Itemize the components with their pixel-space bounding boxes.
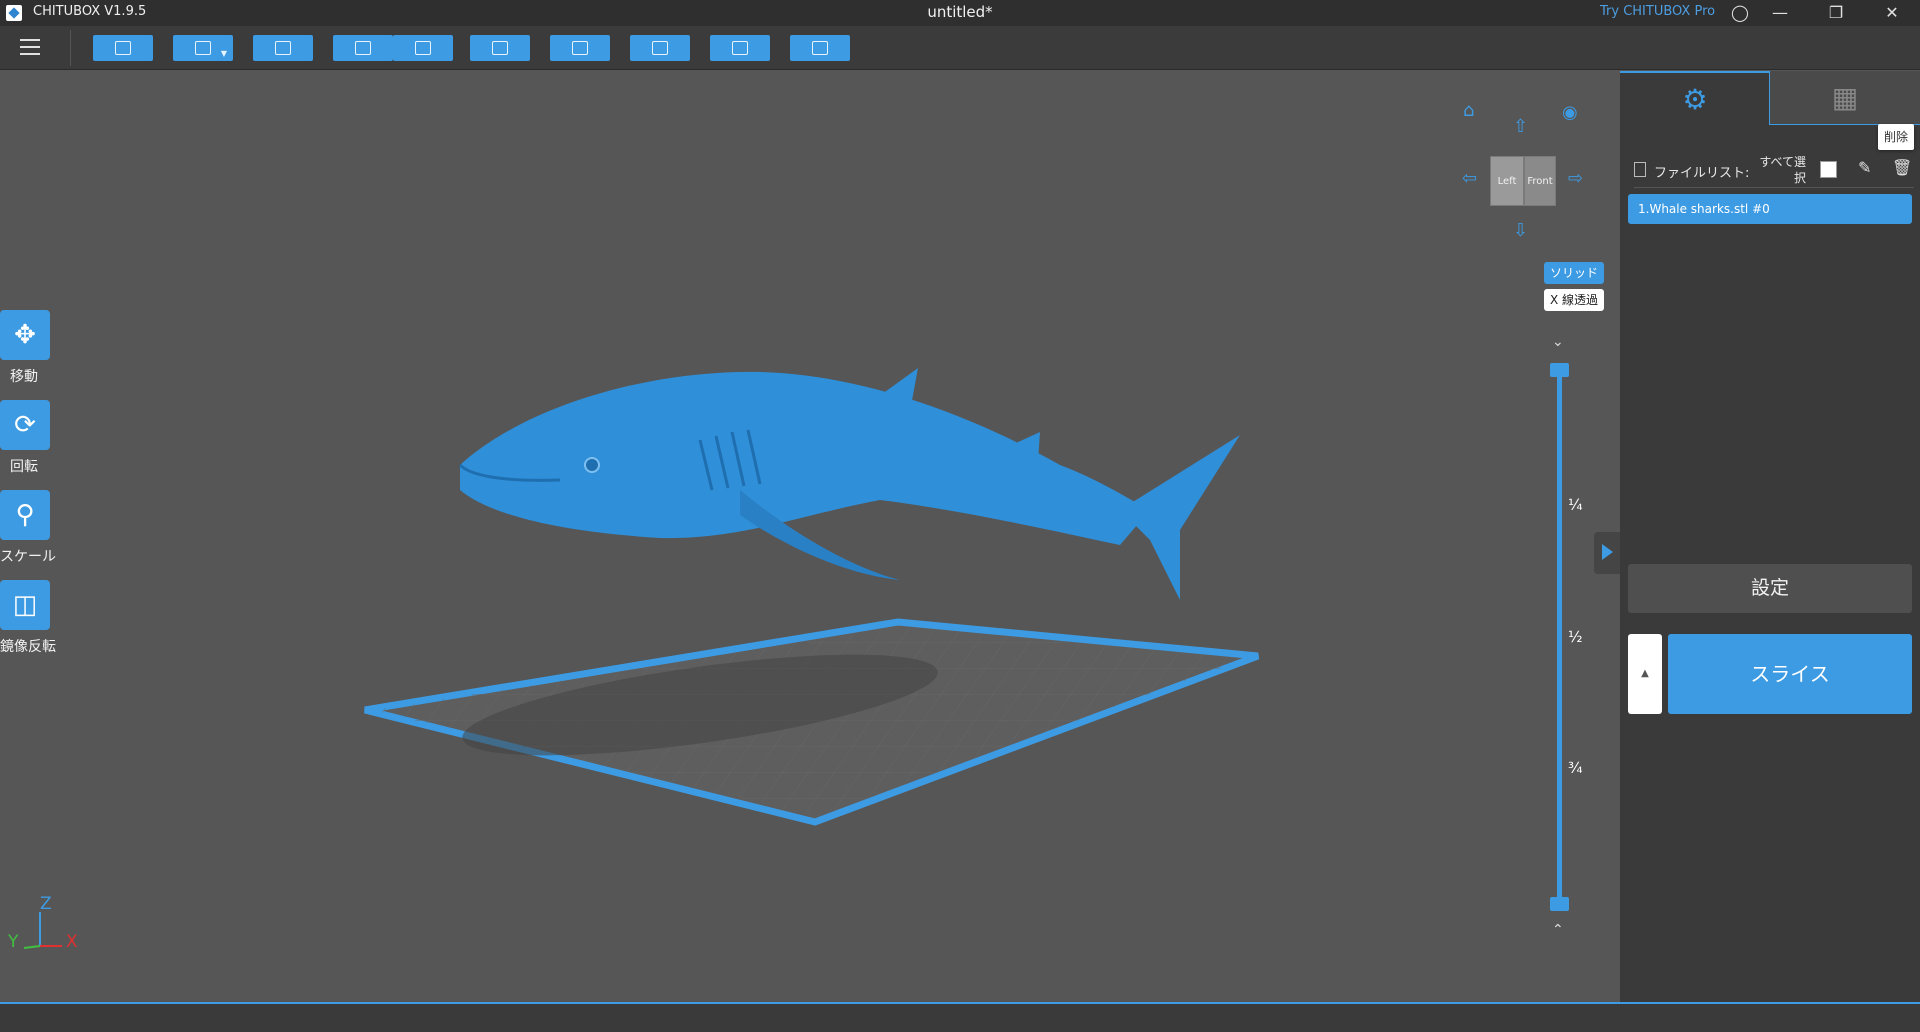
slider-mark-quarter: ¼ bbox=[1568, 496, 1583, 514]
redo-icon bbox=[415, 41, 431, 55]
cube-left-face[interactable]: Left bbox=[1490, 156, 1524, 206]
scale-icon[interactable]: ⚲ bbox=[0, 490, 50, 540]
tab-supports[interactable]: ▦ bbox=[1770, 71, 1920, 125]
mirror-tool-label: 鏡像反転 bbox=[0, 639, 56, 655]
axis-z-label: Z bbox=[40, 894, 52, 914]
hollow-icon bbox=[652, 41, 668, 55]
view-right-icon[interactable]: ⇨ bbox=[1568, 168, 1583, 189]
title-bar: CHITUBOX V1.9.5 untitled* Try CHITUBOX P… bbox=[0, 0, 1920, 26]
panel-collapse-toggle[interactable] bbox=[1594, 532, 1620, 574]
caret-up-icon: ▲ bbox=[1641, 668, 1649, 679]
chevron-down-icon[interactable]: ⌄ bbox=[1552, 334, 1564, 350]
move-tool-label: 移動 bbox=[10, 369, 38, 385]
file-list-item[interactable]: 1.Whale sharks.stl #0 bbox=[1628, 194, 1912, 224]
chevron-up-icon[interactable]: ⌃ bbox=[1552, 922, 1564, 938]
rotate-icon[interactable]: ⟳ bbox=[0, 400, 50, 450]
list-icon bbox=[492, 41, 508, 55]
view-left-icon[interactable]: ⇦ bbox=[1462, 168, 1477, 189]
cube-front-face[interactable]: Front bbox=[1524, 156, 1556, 206]
view-up-icon[interactable]: ⇧ bbox=[1513, 116, 1528, 137]
scale-tool-label: スケール bbox=[0, 549, 56, 565]
trash-icon[interactable]: 🗑 bbox=[1892, 158, 1912, 177]
delete-tooltip: 削除 bbox=[1878, 124, 1914, 150]
eye-icon[interactable]: ◉ bbox=[1562, 102, 1578, 123]
user-icon[interactable]: ◯ bbox=[1720, 0, 1760, 26]
minimize-icon[interactable]: — bbox=[1760, 0, 1800, 26]
home-view-icon[interactable]: ⌂ bbox=[1463, 100, 1474, 121]
redo-button[interactable] bbox=[393, 35, 453, 61]
layout-icon bbox=[572, 41, 588, 55]
slice-button[interactable]: スライス bbox=[1668, 634, 1912, 714]
center-icon bbox=[275, 41, 291, 55]
mirror-icon[interactable]: ◫ bbox=[0, 580, 50, 630]
list-button[interactable] bbox=[470, 35, 530, 61]
restore-icon[interactable]: ❐ bbox=[1816, 0, 1856, 26]
center-button[interactable] bbox=[253, 35, 313, 61]
axis-indicator: Z Y X bbox=[8, 894, 88, 954]
select-all-checkbox[interactable] bbox=[1820, 161, 1837, 178]
view-cube[interactable]: Left Front bbox=[1490, 156, 1556, 206]
xray-mode-button[interactable]: X 線透過 bbox=[1544, 289, 1604, 311]
hollow-button[interactable] bbox=[630, 35, 690, 61]
select-all-label: すべて選択 bbox=[1759, 155, 1806, 185]
build-plate bbox=[364, 618, 1260, 826]
auto-layout-button[interactable] bbox=[550, 35, 610, 61]
layer-slider-top-handle[interactable] bbox=[1550, 363, 1569, 377]
slider-mark-half: ½ bbox=[1568, 628, 1583, 646]
save-icon bbox=[195, 41, 211, 55]
view-down-icon[interactable]: ⇩ bbox=[1513, 220, 1528, 241]
axis-x-label: X bbox=[66, 932, 78, 952]
layer-slider-bottom-handle[interactable] bbox=[1550, 897, 1569, 911]
undo-icon bbox=[355, 41, 371, 55]
axis-y-label: Y bbox=[8, 932, 19, 952]
export-icon bbox=[812, 41, 828, 55]
solid-mode-button[interactable]: ソリッド bbox=[1544, 262, 1604, 284]
folder-icon bbox=[115, 41, 131, 55]
edit-icon[interactable]: ✎ bbox=[1858, 158, 1871, 177]
file-list-icon bbox=[1634, 162, 1646, 177]
file-list-label: ファイルリスト: bbox=[1654, 166, 1750, 181]
try-pro-link[interactable]: Try CHITUBOX Pro bbox=[1600, 4, 1715, 19]
save-button[interactable]: ▼ bbox=[173, 35, 233, 61]
close-icon[interactable]: ✕ bbox=[1872, 0, 1912, 26]
export-button[interactable] bbox=[790, 35, 850, 61]
whale-shark-model[interactable] bbox=[458, 368, 1240, 600]
main-toolbar: ▼ bbox=[0, 26, 1920, 70]
supports-icon: ▦ bbox=[1831, 81, 1859, 114]
file-list-header: ファイルリスト: すべて選択 ✎ 🗑 bbox=[1634, 155, 1914, 188]
drill-icon bbox=[732, 41, 748, 55]
settings-button[interactable]: 設定 bbox=[1628, 564, 1912, 613]
viewport-3d[interactable] bbox=[0, 70, 1620, 1002]
slider-mark-three-quarter: ¾ bbox=[1568, 759, 1583, 777]
settings-gear-icon: ⚙ bbox=[1682, 83, 1708, 116]
open-file-button[interactable] bbox=[93, 35, 153, 61]
status-bar bbox=[0, 1002, 1920, 1032]
move-icon[interactable]: ✥ bbox=[0, 310, 50, 360]
toolbar-divider bbox=[70, 30, 71, 66]
undo-button[interactable] bbox=[333, 35, 393, 61]
drill-button[interactable] bbox=[710, 35, 770, 61]
tab-settings[interactable]: ⚙ bbox=[1620, 71, 1770, 125]
play-arrow-icon bbox=[1602, 544, 1613, 560]
hamburger-menu-icon[interactable] bbox=[18, 36, 42, 58]
expand-button[interactable]: ▲ bbox=[1628, 634, 1662, 714]
chevron-down-icon[interactable]: ▼ bbox=[221, 49, 227, 58]
layer-slider-track[interactable] bbox=[1557, 370, 1562, 904]
rotate-tool-label: 回転 bbox=[10, 459, 38, 475]
